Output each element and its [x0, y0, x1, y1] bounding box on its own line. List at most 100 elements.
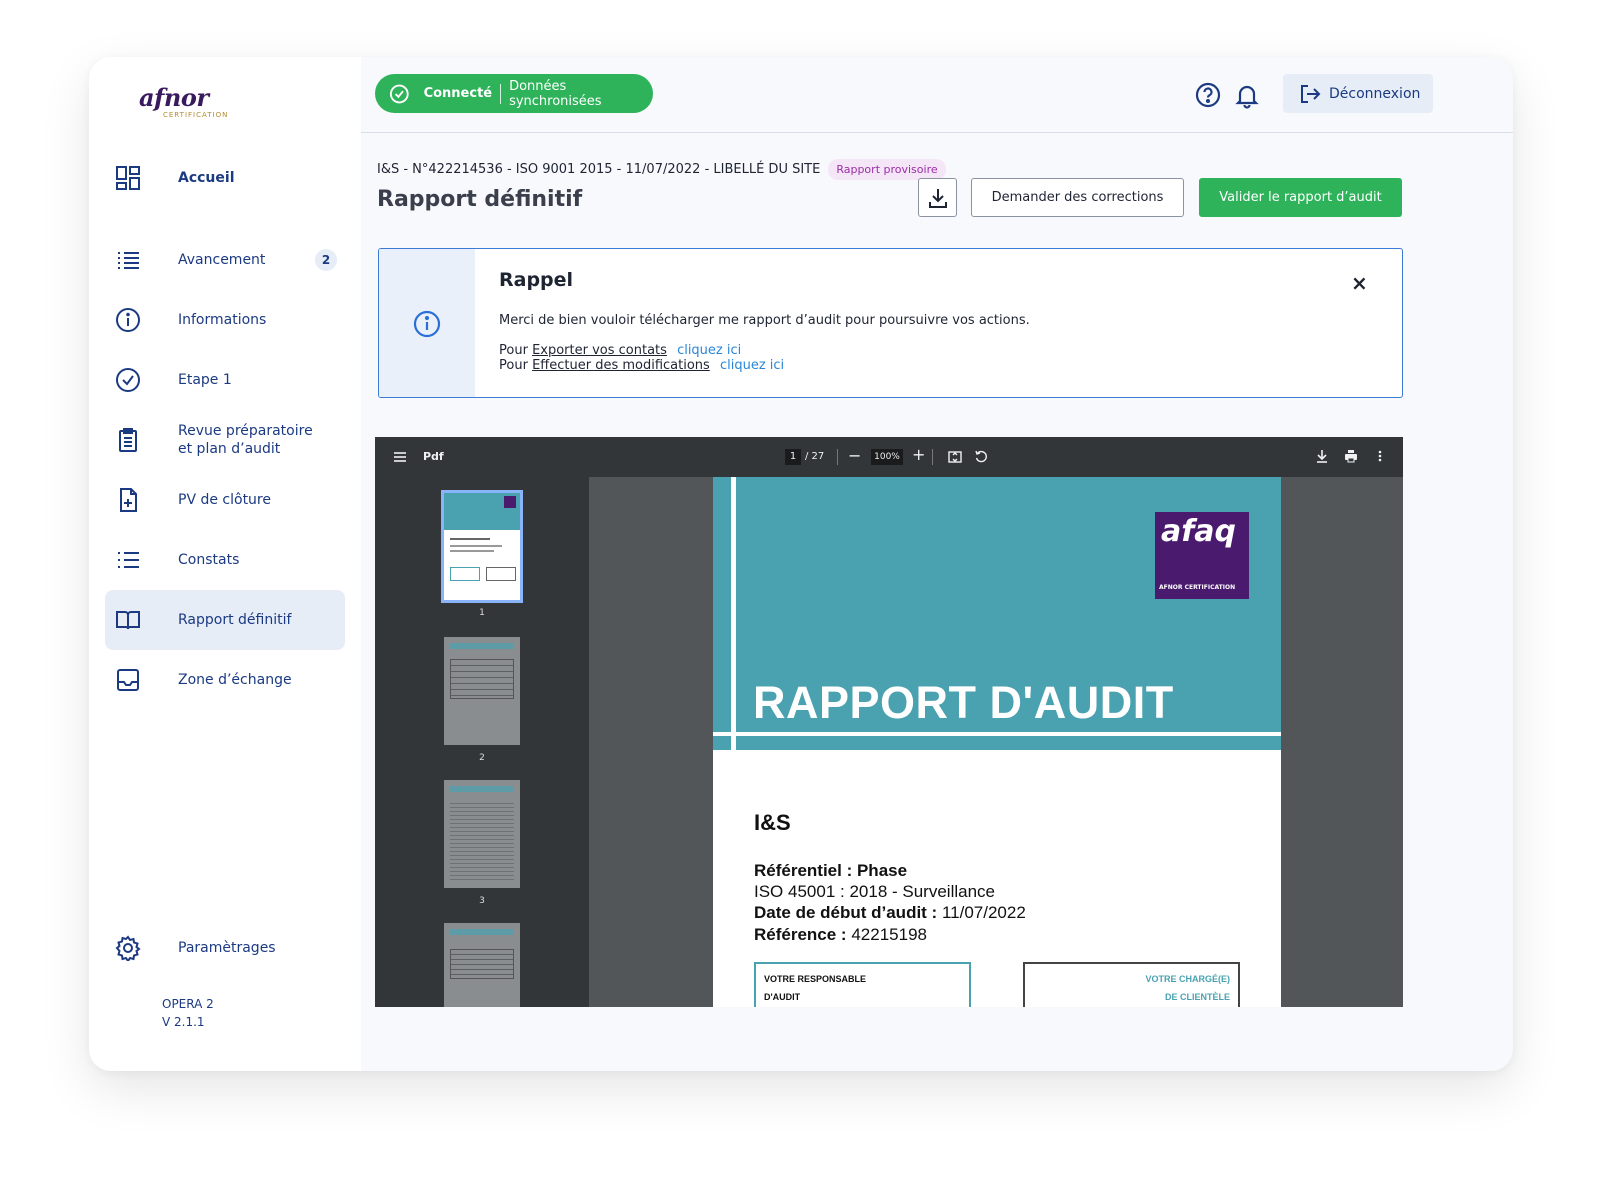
thumbnail-header — [450, 643, 514, 649]
sidebar-item-avancement[interactable]: Avancement 2 — [105, 230, 345, 290]
sidebar-item-label: PV de clôture — [178, 492, 271, 508]
pdf-page: afaq AFNOR CERTIFICATION RAPPORT D'AUDIT… — [713, 477, 1281, 1007]
sidebar-item-label: Revue préparatoire et plan d’audit — [178, 422, 313, 458]
reference-label: Référence : — [754, 925, 847, 944]
page-thumbnail[interactable] — [444, 923, 520, 1007]
check-circle-icon — [389, 84, 409, 103]
app-window: afnor CERTIFICATION Accueil Avancement 2… — [89, 57, 1513, 1071]
afaq-logo-subtitle: AFNOR CERTIFICATION — [1159, 584, 1236, 591]
request-corrections-button[interactable]: Demander des corrections — [971, 178, 1184, 217]
bell-icon[interactable] — [1233, 81, 1261, 109]
alert-line-export: Pour Exporter vos contats cliquez ici — [499, 343, 741, 358]
alert-message: Merci de bien vouloir télécharger me rap… — [499, 313, 1030, 328]
file-plus-icon — [115, 487, 141, 513]
sidebar-item-constats[interactable]: Constats — [105, 530, 345, 590]
page-header-bar — [713, 732, 1281, 750]
download-icon[interactable] — [1315, 449, 1329, 463]
modify-text: Effectuer des modifications — [532, 358, 710, 373]
fit-page-icon[interactable] — [948, 450, 962, 464]
zoom-in-icon[interactable]: + — [912, 445, 925, 464]
thumbnail-line — [450, 550, 494, 552]
sidebar-item-pv-cloture[interactable]: PV de clôture — [105, 470, 345, 530]
thumbnail-number: 1 — [479, 608, 485, 618]
pdf-title: Pdf — [423, 450, 444, 463]
company-name: I&S — [754, 810, 791, 835]
top-bar: Connecté Données synchronisées Déconnexi… — [361, 57, 1513, 133]
version-name: OPERA 2 — [162, 997, 214, 1011]
download-icon — [928, 188, 947, 208]
afnor-logo[interactable]: afnor CERTIFICATION — [139, 83, 227, 119]
page-thumbnail[interactable] — [444, 780, 520, 888]
list-icon — [115, 247, 141, 273]
book-icon — [115, 607, 141, 633]
export-contacts-link[interactable]: cliquez ici — [677, 343, 741, 358]
sidebar-item-rapport-definitif[interactable]: Rapport définitif — [105, 590, 345, 650]
help-icon[interactable] — [1194, 81, 1222, 109]
sidebar-item-label: Constats — [178, 552, 240, 568]
sidebar-item-informations[interactable]: Informations — [105, 290, 345, 350]
status-sync: Données synchronisées — [509, 78, 602, 109]
download-button[interactable] — [918, 178, 957, 217]
logout-button[interactable]: Déconnexion — [1283, 74, 1433, 113]
afaq-logo-text: afaq — [1161, 514, 1237, 549]
sidebar-item-label: Avancement — [178, 252, 266, 268]
status-connected: Connecté — [423, 86, 493, 101]
reference: Référence : 42215198 — [754, 925, 927, 945]
afaq-logo: afaq AFNOR CERTIFICATION — [1155, 512, 1249, 599]
zoom-out-icon[interactable]: − — [848, 446, 861, 465]
modify-link[interactable]: cliquez ici — [720, 358, 784, 373]
thumbnail-line — [450, 538, 490, 540]
thumbnail-line — [450, 545, 502, 547]
menu-icon[interactable] — [393, 451, 407, 463]
sidebar-item-zone-echange[interactable]: Zone d’échange — [105, 650, 345, 710]
divider — [500, 83, 502, 104]
alert-icon-panel — [379, 249, 475, 397]
inbox-icon — [115, 667, 141, 693]
more-vert-icon[interactable] — [1377, 449, 1383, 463]
thumbnail-header — [450, 929, 514, 935]
sidebar-item-accueil[interactable]: Accueil — [105, 148, 345, 208]
connection-status: Connecté Données synchronisées — [375, 74, 653, 113]
sidebar-item-parametrages[interactable]: Paramètrages — [105, 918, 345, 978]
page-title: Rapport définitif — [377, 187, 583, 212]
export-contacts-text: Exporter vos contats — [532, 343, 667, 358]
thumbnail-number: 3 — [479, 896, 485, 906]
rotate-icon[interactable] — [974, 449, 988, 463]
sidebar-item-label: Etape 1 — [178, 372, 232, 388]
page-thumbnail[interactable] — [444, 637, 520, 745]
referentiel-value: ISO 45001 : 2018 - Surveillance — [754, 882, 995, 901]
breadcrumb: I&S - N°422214536 - ISO 9001 2015 - 11/0… — [377, 159, 946, 180]
page-number-input[interactable]: 1 — [785, 449, 801, 465]
print-icon[interactable] — [1344, 449, 1358, 463]
dashboard-icon — [115, 165, 141, 191]
count-badge: 2 — [315, 249, 337, 271]
clipboard-icon — [115, 427, 141, 453]
thumbnail-header — [450, 786, 514, 792]
sidebar-item-label: Paramètrages — [178, 940, 276, 956]
sidebar-item-label: Informations — [178, 312, 267, 328]
logout-icon — [1301, 84, 1321, 103]
close-icon[interactable]: × — [1351, 271, 1368, 295]
breadcrumb-text: I&S - N°422214536 - ISO 9001 2015 - 11/0… — [377, 162, 821, 177]
audit-manager-box: VOTRE RESPONSABLE D'AUDIT — [754, 962, 971, 1007]
sidebar-item-revue[interactable]: Revue préparatoire et plan d’audit — [105, 410, 345, 470]
divider — [837, 449, 838, 465]
validate-report-button[interactable]: Valider le rapport d’audit — [1199, 178, 1402, 217]
thumbnail-text — [450, 800, 514, 880]
thumbnail-table — [450, 659, 514, 699]
thumbnail-logo — [504, 496, 516, 508]
document-heading: RAPPORT D'AUDIT — [753, 677, 1174, 728]
referentiel-label: Référentiel : Phase — [754, 861, 908, 880]
logo-subtitle: CERTIFICATION — [163, 111, 229, 119]
logout-label: Déconnexion — [1329, 85, 1421, 102]
page-thumbnail[interactable] — [441, 490, 523, 603]
label-line-1: Revue préparatoire — [178, 423, 313, 439]
sidebar-item-etape-1[interactable]: Etape 1 — [105, 350, 345, 410]
bullet-list-icon — [115, 547, 141, 573]
zoom-level[interactable]: 100% — [871, 449, 903, 465]
box-line-1: VOTRE CHARGÉ(E) — [1145, 974, 1230, 984]
thumbnail-box — [486, 567, 516, 581]
alert-line-modify: Pour Effectuer des modifications cliquez… — [499, 358, 784, 373]
audit-date: Date de début d’audit : 11/07/2022 — [754, 903, 1026, 923]
divider — [932, 449, 933, 465]
